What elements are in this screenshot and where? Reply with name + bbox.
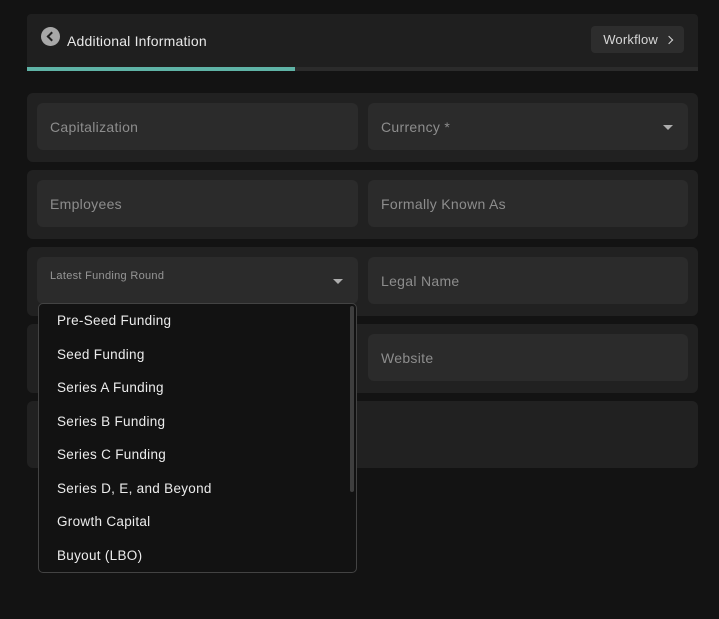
dropdown-option-growth-capital[interactable]: Growth Capital: [39, 505, 356, 539]
latest-funding-round-dropdown-menu: Pre-Seed Funding Seed Funding Series A F…: [38, 303, 357, 573]
legal-name-input[interactable]: Legal Name: [368, 257, 688, 304]
legal-name-placeholder: Legal Name: [368, 273, 460, 289]
employees-input[interactable]: Employees: [37, 180, 358, 227]
progress-track: [27, 67, 698, 71]
dropdown-option-pre-seed-funding[interactable]: Pre-Seed Funding: [39, 304, 356, 338]
website-placeholder: Website: [368, 350, 433, 366]
formally-known-as-placeholder: Formally Known As: [368, 196, 506, 212]
dropdown-option-series-c-funding[interactable]: Series C Funding: [39, 438, 356, 472]
workflow-button-label: Workflow: [603, 32, 658, 47]
form-row-2: Employees Formally Known As: [27, 170, 698, 239]
progress-fill: [27, 67, 295, 71]
formally-known-as-input[interactable]: Formally Known As: [368, 180, 688, 227]
form-row-1: Capitalization Currency *: [27, 93, 698, 162]
chevron-right-icon: [665, 35, 673, 43]
dropdown-option-buyout-lbo[interactable]: Buyout (LBO): [39, 539, 356, 573]
employees-placeholder: Employees: [37, 196, 122, 212]
dropdown-option-series-d-e-beyond[interactable]: Series D, E, and Beyond: [39, 472, 356, 506]
workflow-button[interactable]: Workflow: [591, 26, 684, 53]
caret-down-icon: [333, 279, 343, 284]
dropdown-option-seed-funding[interactable]: Seed Funding: [39, 338, 356, 372]
currency-select[interactable]: Currency *: [368, 103, 688, 150]
additional-information-screen: Additional Information Workflow Capitali…: [0, 0, 719, 619]
capitalization-input[interactable]: Capitalization: [37, 103, 358, 150]
dropdown-scrollbar-thumb[interactable]: [350, 306, 354, 492]
website-input[interactable]: Website: [368, 334, 688, 381]
latest-funding-round-select[interactable]: Latest Funding Round: [37, 257, 358, 304]
latest-funding-round-label: Latest Funding Round: [50, 270, 164, 282]
header-bar: Additional Information Workflow: [27, 14, 698, 67]
currency-label: Currency *: [368, 119, 450, 135]
caret-down-icon: [663, 125, 673, 130]
capitalization-placeholder: Capitalization: [37, 119, 138, 135]
chevron-left-icon: [47, 32, 57, 42]
back-button[interactable]: [41, 27, 60, 46]
page-title: Additional Information: [67, 14, 207, 67]
dropdown-option-series-b-funding[interactable]: Series B Funding: [39, 405, 356, 439]
dropdown-option-series-a-funding[interactable]: Series A Funding: [39, 371, 356, 405]
